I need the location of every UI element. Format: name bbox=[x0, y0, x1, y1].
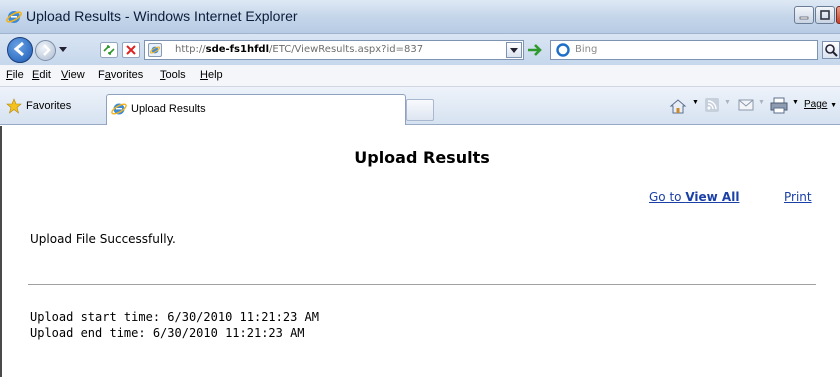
new-tab-button[interactable] bbox=[406, 99, 434, 121]
print-link[interactable]: Print bbox=[784, 190, 812, 204]
home-icon[interactable] bbox=[668, 97, 688, 115]
maximize-button[interactable] bbox=[815, 6, 835, 24]
go-icon[interactable] bbox=[526, 42, 544, 58]
minimize-button[interactable] bbox=[794, 6, 814, 24]
back-button[interactable] bbox=[7, 37, 33, 63]
menu-bar: File Edit View Favorites Tools Help bbox=[0, 65, 840, 87]
back-icon bbox=[13, 41, 24, 57]
page-menu[interactable]: Page ▼ bbox=[804, 99, 837, 110]
search-button[interactable] bbox=[822, 41, 840, 59]
maximize-icon bbox=[820, 10, 830, 20]
favorites-bar: Favorites Upload Results ▼ ▼ ▼ ▼ Page ▼ bbox=[0, 87, 840, 125]
menu-favorites[interactable]: Favorites bbox=[98, 69, 143, 81]
print-icon[interactable] bbox=[770, 97, 788, 114]
address-toolbar: http://sde-fs1hfdl/ETC/ViewResults.aspx?… bbox=[0, 34, 840, 65]
menu-help[interactable]: Help bbox=[200, 69, 223, 81]
address-dropdown[interactable] bbox=[506, 42, 522, 58]
bing-icon bbox=[556, 43, 570, 57]
print-dropdown[interactable]: ▼ bbox=[792, 99, 799, 106]
recent-pages-dropdown[interactable] bbox=[58, 46, 68, 54]
view-all-label: View All bbox=[685, 190, 740, 204]
status-message: Upload File Successfully. bbox=[30, 232, 176, 246]
upload-end-time: Upload end time: 6/30/2010 11:21:23 AM bbox=[30, 326, 305, 340]
tab-upload-results[interactable]: Upload Results bbox=[106, 94, 406, 125]
url-path: /ETC/ViewResults.aspx?id=837 bbox=[269, 44, 424, 55]
url-host: sde-fs1hfdl bbox=[205, 44, 269, 55]
menu-view[interactable]: View bbox=[61, 69, 85, 81]
page-content: Upload Results Go to View All Print Uplo… bbox=[0, 126, 840, 377]
search-placeholder: Bing bbox=[575, 44, 598, 55]
chevron-down-icon bbox=[510, 48, 518, 53]
refresh-icon[interactable] bbox=[100, 42, 118, 58]
upload-start-time: Upload start time: 6/30/2010 11:21:23 AM bbox=[30, 310, 319, 324]
star-icon[interactable] bbox=[6, 98, 22, 114]
favorites-button[interactable]: Favorites bbox=[26, 100, 71, 112]
menu-edit[interactable]: Edit bbox=[32, 69, 51, 81]
search-icon bbox=[825, 44, 838, 57]
view-all-link[interactable]: Go to View All bbox=[649, 190, 739, 204]
ie-icon bbox=[6, 11, 22, 23]
mail-dropdown[interactable]: ▼ bbox=[758, 99, 765, 106]
window-title: Upload Results - Windows Internet Explor… bbox=[26, 8, 298, 24]
page-title: Upload Results bbox=[354, 148, 490, 167]
minimize-icon bbox=[799, 16, 809, 20]
close-button[interactable] bbox=[836, 6, 840, 24]
forward-button[interactable] bbox=[35, 40, 56, 61]
page-icon bbox=[148, 43, 162, 57]
home-dropdown[interactable]: ▼ bbox=[692, 99, 699, 106]
divider bbox=[28, 284, 816, 285]
menu-tools[interactable]: Tools bbox=[160, 69, 186, 81]
feeds-icon[interactable] bbox=[704, 97, 720, 113]
forward-icon bbox=[42, 44, 51, 56]
mail-icon[interactable] bbox=[738, 97, 754, 113]
feeds-dropdown[interactable]: ▼ bbox=[724, 99, 731, 106]
stop-button[interactable] bbox=[122, 42, 140, 58]
stop-icon bbox=[126, 45, 136, 55]
address-field[interactable]: http://sde-fs1hfdl/ETC/ViewResults.aspx?… bbox=[144, 40, 524, 60]
title-bar: Upload Results - Windows Internet Explor… bbox=[0, 0, 840, 34]
view-all-prefix: Go to bbox=[649, 190, 686, 204]
url-prefix: http:// bbox=[175, 44, 206, 55]
search-field[interactable]: Bing bbox=[550, 40, 818, 60]
tab-label: Upload Results bbox=[131, 103, 206, 115]
ie-icon bbox=[111, 103, 127, 115]
menu-file[interactable]: File bbox=[6, 69, 24, 81]
address-url[interactable]: http://sde-fs1hfdl/ETC/ViewResults.aspx?… bbox=[175, 44, 423, 55]
